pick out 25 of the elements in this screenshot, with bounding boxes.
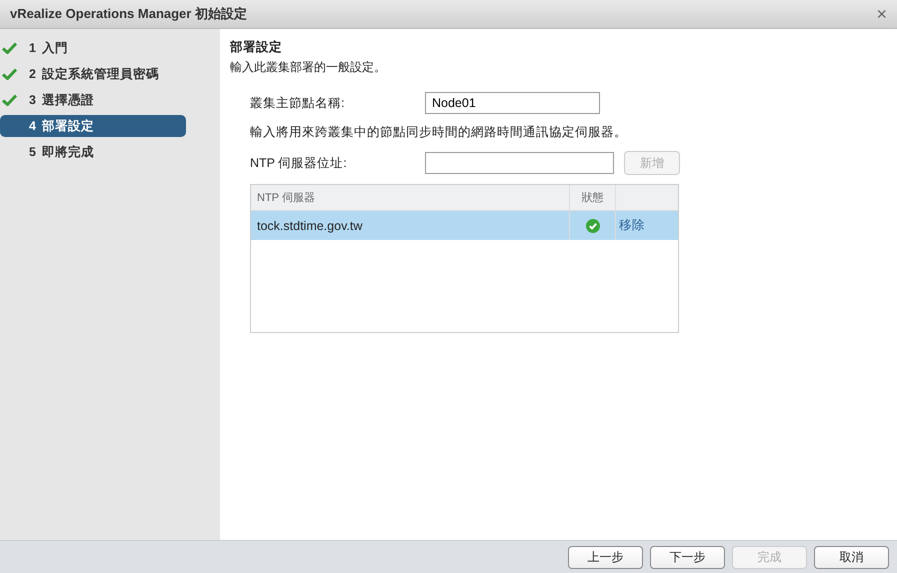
ntp-hint: 輸入將用來跨叢集中的節點同步時間的網路時間通訊協定伺服器。 <box>250 124 628 141</box>
page-description: 輸入此叢集部署的一般設定。 <box>230 59 387 76</box>
field-label: NTP 伺服器位址: <box>250 154 348 172</box>
ntp-address-field[interactable] <box>425 152 614 174</box>
table-cell: tock.stdtime.gov.tw <box>251 211 570 240</box>
footer-button[interactable]: 取消 <box>814 546 889 568</box>
footer-button[interactable]: 下一步 <box>650 546 725 568</box>
step-item[interactable]: 5 即將完成 <box>0 141 186 163</box>
step-item[interactable]: 2 設定系統管理員密碼 <box>0 63 186 85</box>
check-icon <box>2 68 17 80</box>
window-title: vRealize Operations Manager 初始設定 <box>10 5 247 23</box>
field-label: 叢集主節點名稱: <box>250 94 346 112</box>
step-item[interactable]: 1 入門 <box>0 37 186 59</box>
column-header: NTP 伺服器 <box>251 185 570 210</box>
footer-button[interactable]: 上一步 <box>568 546 643 568</box>
check-icon <box>2 94 17 106</box>
check-icon <box>2 42 17 54</box>
page-heading: 部署設定 <box>230 39 283 56</box>
remove-link[interactable]: 移除 <box>619 217 645 234</box>
node-name-field[interactable]: Node01 <box>425 92 600 114</box>
step-item[interactable]: 4 部署設定 <box>0 115 186 137</box>
column-header: 狀態 <box>570 185 616 210</box>
close-button[interactable]: × <box>874 5 889 23</box>
table-row[interactable]: tock.stdtime.gov.tw 移除 <box>251 211 678 240</box>
step-item[interactable]: 3 選擇憑證 <box>0 89 186 111</box>
